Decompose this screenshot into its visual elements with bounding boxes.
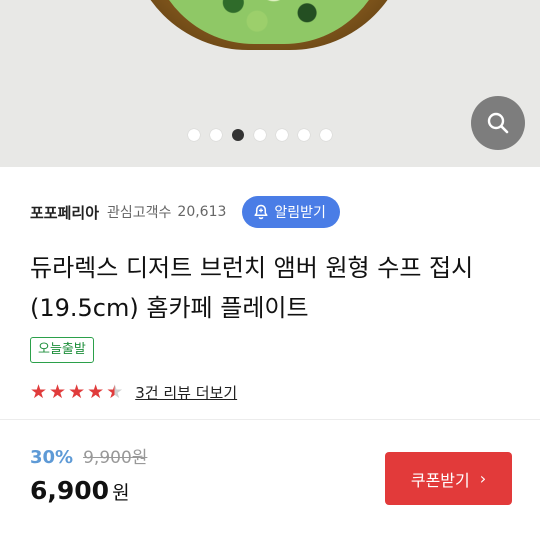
alert-subscribe-button[interactable]: 알림받기 <box>242 196 340 228</box>
review-link[interactable]: 3건 리뷰 더보기 <box>135 382 237 403</box>
discount-row: 30% 9,900원 <box>30 443 147 468</box>
gallery-dot[interactable] <box>320 129 332 141</box>
alert-button-label: 알림받기 <box>274 205 326 221</box>
seller-row: 포포페리아 관심고객수 20,613 알림받기 <box>30 196 340 228</box>
gallery-dot[interactable] <box>298 129 310 141</box>
rating-stars: ★ ★ ★ ★ ★ <box>30 382 123 402</box>
coupon-button-label: 쿠폰받기 <box>410 470 470 490</box>
star-half-icon: ★ <box>106 381 124 403</box>
gallery-dot[interactable] <box>188 129 200 141</box>
star-icon: ★ <box>87 381 105 403</box>
watchers-label: 관심고객수 <box>107 205 172 221</box>
rating-row: ★ ★ ★ ★ ★ 3건 리뷰 더보기 <box>30 380 237 404</box>
bell-plus-icon <box>254 204 268 220</box>
gallery-dot-active[interactable] <box>232 129 244 141</box>
star-icon: ★ <box>68 381 86 403</box>
gallery-dot[interactable] <box>210 129 222 141</box>
zoom-button[interactable] <box>471 96 525 150</box>
search-icon <box>487 112 509 134</box>
gallery-dot[interactable] <box>254 129 266 141</box>
shipping-badge: 오늘출발 <box>30 337 94 363</box>
seller-name[interactable]: 포포페리아 <box>30 202 99 223</box>
original-price: 9,900원 <box>83 448 148 468</box>
divider <box>0 419 540 420</box>
gallery-pagination <box>188 129 332 141</box>
price-row: 6,900 원 <box>30 476 130 505</box>
currency-unit: 원 <box>112 482 130 504</box>
chevron-right-icon: › <box>479 469 487 488</box>
sale-price: 6,900 <box>30 476 110 505</box>
coupon-button[interactable]: 쿠폰받기 › <box>385 452 512 505</box>
product-image-gallery[interactable] <box>0 0 540 167</box>
gallery-dot[interactable] <box>276 129 288 141</box>
product-title: 듀라렉스 디저트 브런치 앰버 원형 수프 접시(19.5cm) 홈카페 플레이… <box>30 254 474 322</box>
star-icon: ★ <box>49 381 67 403</box>
discount-rate: 30% <box>30 447 74 468</box>
star-icon: ★ <box>30 381 48 403</box>
watchers-count: 20,613 <box>177 204 227 220</box>
